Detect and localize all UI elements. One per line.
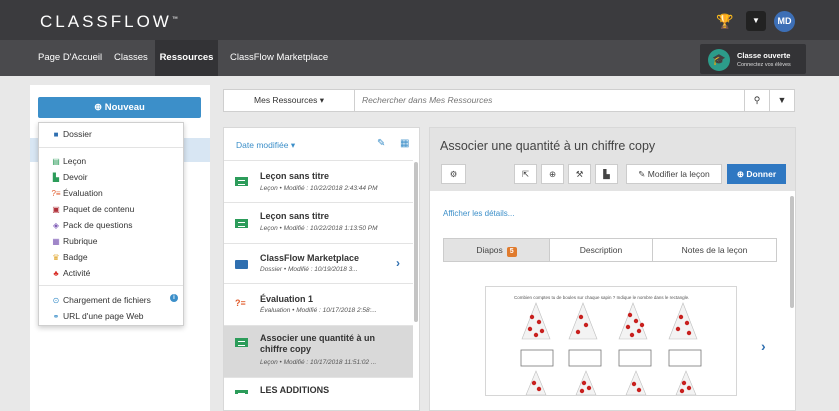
live-class-title: Classe ouverte [737, 51, 791, 60]
folder-icon: ■ [53, 130, 59, 139]
trophy-icon[interactable]: 🏆 [715, 11, 735, 31]
menu-divider [39, 147, 183, 148]
live-class-button[interactable]: 🎓 Classe ouverte Connectez vos élèves [700, 44, 806, 74]
menu-item-activity[interactable]: ♣ Activité [51, 268, 90, 278]
upload-icon: ⊙ [52, 296, 60, 305]
detail-tabs: Diapos 5 Description Notes de la leçon [443, 238, 777, 262]
search-icon[interactable]: ⚲ [744, 90, 769, 111]
detail-title: Associer une quantité à un chiffre copy [440, 139, 656, 153]
detail-header: Associer une quantité à un chiffre copy … [430, 128, 795, 191]
menu-item-lesson[interactable]: ▤ Leçon [51, 156, 86, 166]
scope-dropdown[interactable]: Mes Ressources ▾ [224, 90, 355, 111]
question-pack-icon: ◈ [52, 221, 60, 230]
show-details-link[interactable]: Afficher les détails... [443, 209, 514, 218]
assessment-icon: ?≡ [235, 298, 246, 308]
new-button[interactable]: ⊕ Nouveau [38, 97, 201, 118]
lesson-icon: ▤ [52, 157, 60, 166]
edit-icon[interactable]: ✎ [377, 138, 385, 149]
next-slide-chevron-icon[interactable]: › [761, 338, 766, 354]
plus-circle-icon: ⊕ [94, 102, 103, 113]
detail-scrollbar[interactable] [790, 196, 794, 308]
menu-divider [39, 285, 183, 286]
chevron-down-icon[interactable]: ▼ [746, 11, 766, 31]
lesson-icon [235, 338, 248, 347]
gear-icon[interactable]: ⚙ [441, 164, 466, 184]
nav-item-home[interactable]: Page D'Accueil [38, 40, 102, 76]
menu-item-question-pack[interactable]: ◈ Pack de questions [51, 220, 133, 230]
avatar[interactable]: MD [774, 11, 795, 32]
plus-circle-icon: ⊕ [736, 169, 744, 179]
slide-thumbnail[interactable]: Combien comptes tu de boules sur chaque … [485, 286, 737, 396]
christmas-trees-illustration [520, 302, 702, 395]
lesson-icon [235, 177, 248, 186]
assessment-icon: ?≡ [51, 189, 61, 198]
lesson-icon [235, 219, 248, 228]
nav-item-marketplace[interactable]: ClassFlow Marketplace [230, 40, 328, 76]
list-item-selected[interactable]: Associer une quantité à un chiffre copy … [224, 325, 413, 377]
search-bar: Mes Ressources ▾ ⚲ ▼ [223, 89, 795, 112]
lesson-detail-panel: Associer une quantité à un chiffre copy … [429, 127, 796, 411]
give-button[interactable]: ⊕ Donner [727, 164, 786, 184]
grid-icon[interactable]: ▦ [400, 138, 409, 149]
nav-item-resources[interactable]: Ressources [155, 40, 218, 76]
sort-dropdown[interactable]: Date modifiée ▾ [236, 140, 295, 151]
menu-item-file-upload[interactable]: ⊙ Chargement de fichiers [51, 295, 151, 305]
wrench-icon[interactable]: ⚒ [568, 164, 591, 184]
modify-lesson-button[interactable]: ✎ Modifier la leçon [626, 164, 722, 184]
tab-lesson-notes[interactable]: Notes de la leçon [653, 239, 776, 261]
menu-item-folder[interactable]: ■ Dossier [51, 129, 92, 139]
list-item[interactable]: LES ADDITIONS [224, 377, 413, 411]
list-scrollbar[interactable] [414, 162, 418, 322]
filter-icon[interactable]: ▼ [769, 90, 794, 111]
preview-icon[interactable]: ⊕ [541, 164, 564, 184]
rubric-icon: ▦ [52, 237, 60, 246]
search-input[interactable] [362, 90, 742, 111]
top-bar: CLASSFLOW™ 🏆 ▼ MD [0, 0, 839, 40]
menu-item-web-url[interactable]: ⚭ URL d'une page Web [51, 311, 144, 321]
cart-icon[interactable]: ▙ [595, 164, 618, 184]
list-item[interactable]: Leçon sans titre Leçon • Modifié : 10/22… [224, 160, 413, 202]
link-icon: ⚭ [52, 312, 60, 321]
assignment-icon: ▙ [52, 173, 60, 182]
list-item[interactable]: ?≡ Évaluation 1 Évaluation • Modifié : 1… [224, 283, 413, 325]
menu-item-content-package[interactable]: ▣ Paquet de contenu [51, 204, 134, 214]
caret-down-icon: ▾ [319, 95, 324, 105]
tab-description[interactable]: Description [550, 239, 653, 261]
menu-item-badge[interactable]: ♛ Badge [51, 252, 87, 262]
chevron-right-icon[interactable]: › [396, 256, 400, 270]
list-item[interactable]: Leçon sans titre Leçon • Modifié : 10/22… [224, 202, 413, 243]
edit-icon: ✎ [638, 169, 646, 179]
lesson-icon [235, 390, 248, 394]
tab-slides[interactable]: Diapos 5 [444, 239, 550, 261]
app-logo[interactable]: CLASSFLOW™ [40, 12, 178, 32]
menu-item-assessment[interactable]: ?≡ Évaluation [51, 188, 102, 198]
badge-icon: ♛ [52, 253, 60, 262]
folder-icon [235, 260, 248, 269]
activity-icon: ♣ [53, 269, 59, 278]
resource-list: Date modifiée ▾ ✎ ▦ Leçon sans titre Leç… [223, 127, 420, 411]
share-icon[interactable]: ⇱ [514, 164, 537, 184]
menu-item-assignment[interactable]: ▙ Devoir [51, 172, 88, 182]
list-item[interactable]: ClassFlow Marketplace Dossier • Modifié … [224, 243, 413, 283]
main-nav: Page D'Accueil Classes Ressources ClassF… [0, 40, 839, 76]
slide-count-badge: 5 [506, 247, 517, 257]
content-package-icon: ▣ [52, 205, 60, 214]
new-dropdown-menu: ■ Dossier ▤ Leçon ▙ Devoir ?≡ Évaluation ▣ Pa… [38, 122, 184, 326]
nav-item-classes[interactable]: Classes [114, 40, 148, 76]
info-icon[interactable]: i [170, 294, 178, 302]
menu-item-rubric[interactable]: ▦ Rubrique [51, 236, 97, 246]
live-class-subtitle: Connectez vos élèves [737, 62, 791, 68]
graduation-cap-icon: 🎓 [708, 49, 730, 71]
